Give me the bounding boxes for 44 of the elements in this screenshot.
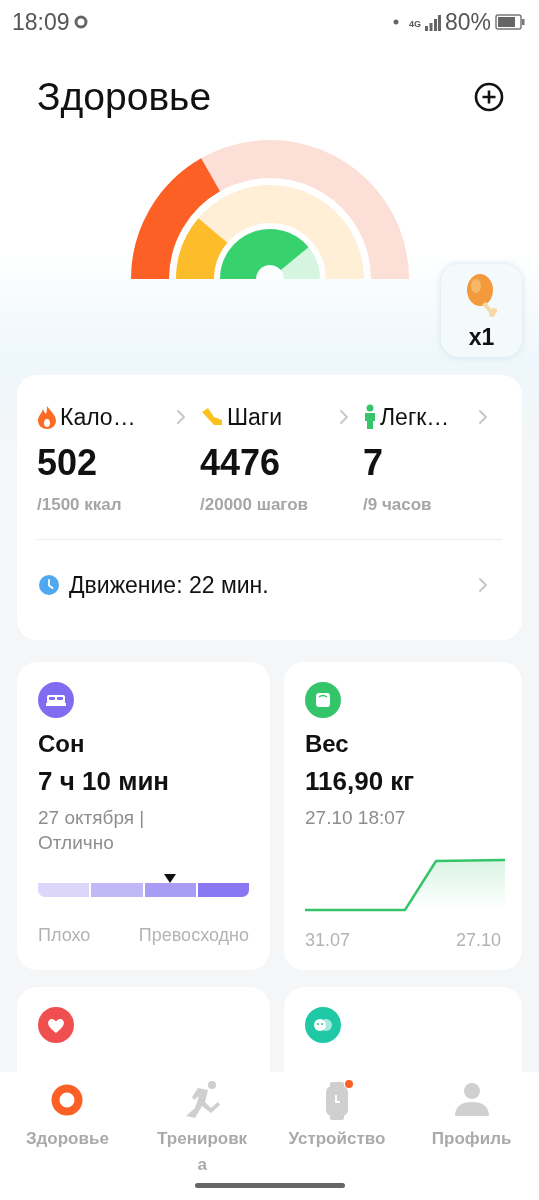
dot-icon [392, 19, 399, 25]
metric-link[interactable]: Легк… [363, 399, 502, 435]
scale-label: Плохо [38, 925, 91, 946]
battery-percent: 80% [444, 8, 491, 36]
clock-time: 18:09 [12, 8, 70, 36]
clock-icon [39, 575, 59, 595]
scale-icon [305, 682, 341, 718]
chevron-icon [176, 409, 186, 425]
metric-goal: /9 часов [363, 495, 433, 515]
axis-label: 31.07 [305, 930, 351, 951]
metric-goal: /1500 ккал [37, 495, 123, 515]
card-title: Вес [305, 730, 350, 758]
chevron-icon [478, 577, 488, 593]
card-value: 7 ч 10 мин [38, 766, 171, 797]
reward-badge[interactable]: x1 [441, 264, 522, 357]
shoe-icon [200, 407, 224, 427]
card-detail: 27 октября | Отлично [38, 806, 146, 855]
faces-icon [305, 1007, 341, 1043]
metric-goal: /20000 шагов [200, 495, 310, 515]
chevron-icon [339, 409, 349, 425]
scale-label: Превосходно [138, 925, 249, 946]
card-value: 116,90 кг [305, 766, 416, 797]
movement-row[interactable]: Движение: 22 мин. [37, 540, 502, 630]
metric-value: 502 [37, 441, 99, 485]
flame-icon [37, 405, 57, 429]
card-title: Сон [38, 730, 86, 758]
metric-card[interactable]: Вес 116,90 кг 27.10 18:07 31.07 27.10 [284, 662, 522, 970]
reward-count: x1 [468, 324, 495, 351]
axis-label: 27.10 [455, 930, 501, 951]
metric-link[interactable]: Шаги [200, 399, 363, 435]
marker-icon [164, 874, 177, 883]
metric-link[interactable]: Кало… [37, 399, 200, 435]
metric-value: 4476 [200, 441, 282, 485]
metric-card[interactable]: Сон 7 ч 10 мин 27 октября | Отлично Плохо Превосходно [17, 662, 270, 970]
chevron-icon [478, 409, 488, 425]
bed-icon [38, 682, 74, 718]
signal-icon [424, 13, 441, 31]
page-title: Здоровье [37, 75, 212, 119]
person-icon [363, 404, 377, 430]
network-type: 4G [408, 18, 421, 29]
metric-value: 7 [363, 441, 385, 485]
add-button[interactable] [473, 81, 505, 113]
battery-icon [495, 14, 525, 30]
card-detail: 27.10 18:07 [305, 806, 407, 830]
